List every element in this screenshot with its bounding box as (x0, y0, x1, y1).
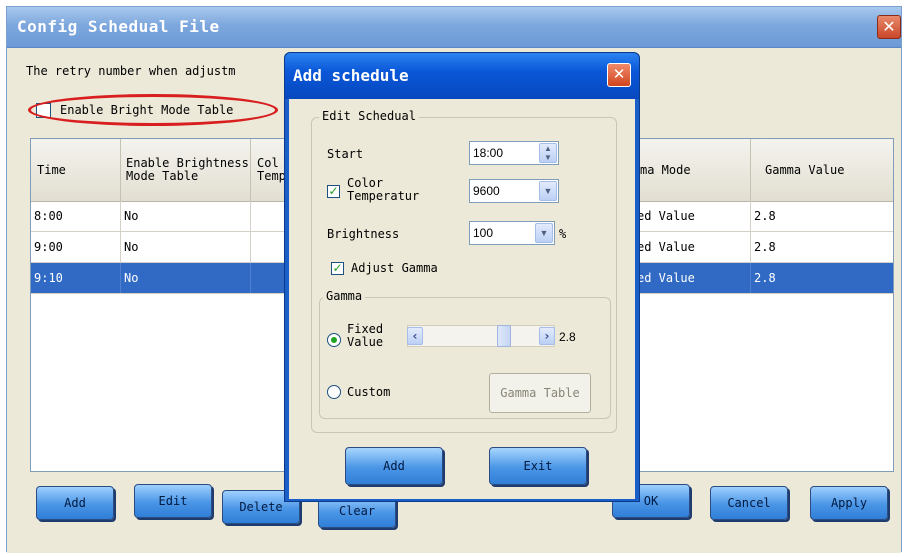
cell-gamma-mode: ed Value (634, 232, 751, 262)
check-icon: ✓ (332, 261, 343, 275)
color-temp-select[interactable]: 9600 ▼ (469, 179, 559, 203)
gamma-slider-thumb[interactable] (497, 325, 511, 347)
gamma-slider[interactable] (407, 325, 555, 347)
gamma-table-button[interactable]: Gamma Table (489, 373, 591, 413)
dialog-exit-button[interactable]: Exit (489, 447, 587, 485)
cell-time: 9:10 (31, 263, 121, 293)
column-header-gamma-mode[interactable]: ma Mode (634, 139, 751, 201)
brightness-value: 100 (473, 226, 494, 240)
chevron-left-icon[interactable]: ‹ (407, 327, 423, 345)
dialog-titlebar[interactable]: Add schedule ✕ (285, 53, 639, 99)
gamma-group-label: Gamma (323, 289, 366, 303)
add-button[interactable]: Add (36, 486, 114, 520)
custom-radio[interactable] (327, 385, 341, 399)
cell-gamma-mode: ed Value (634, 263, 751, 293)
cell-enable: No (121, 263, 251, 293)
add-schedule-dialog: Add schedule ✕ Edit Schedual Start 18:00… (284, 52, 640, 502)
color-temp-label: Color Temperatur (347, 177, 419, 203)
dialog-title: Add schedule (293, 66, 409, 85)
dialog-body: Edit Schedual Start 18:00 ▲ ▼ ✓ Color Tem… (289, 99, 635, 499)
color-temp-value: 9600 (473, 184, 500, 198)
color-temp-label-line2: Temperatur (347, 189, 420, 203)
retry-number-label: The retry number when adjustm (26, 64, 236, 78)
gamma-slider-value: 2.8 (559, 330, 576, 344)
color-temp-checkbox[interactable]: ✓ (327, 185, 340, 198)
column-header-enable-brightness[interactable]: Enable Brightness Mode Table (121, 139, 251, 201)
check-icon: ✓ (328, 184, 339, 198)
fixed-value-radio[interactable] (327, 333, 341, 347)
close-icon[interactable]: ✕ (877, 15, 901, 39)
chevron-down-icon[interactable]: ▼ (539, 181, 557, 201)
cell-time: 9:00 (31, 232, 121, 262)
dialog-add-button[interactable]: Add (345, 447, 443, 485)
edit-schedule-group-label: Edit Schedual (319, 109, 419, 123)
column-header-gamma-value[interactable]: Gamma Value (751, 139, 893, 201)
cell-enable: No (121, 201, 251, 231)
chevron-down-icon[interactable]: ▼ (535, 223, 553, 243)
spin-updown-icon[interactable]: ▲ ▼ (539, 143, 557, 163)
column-header-time[interactable]: Time (31, 139, 121, 201)
window-title: Config Schedual File (17, 17, 220, 36)
adjust-gamma-label: Adjust Gamma (351, 261, 438, 275)
chevron-right-icon[interactable]: › (539, 327, 555, 345)
fixed-value-label-line2: Value (347, 335, 384, 349)
close-icon[interactable]: ✕ (607, 63, 631, 87)
cell-time: 8:00 (31, 201, 121, 231)
window-titlebar[interactable]: Config Schedual File ✕ (7, 7, 901, 48)
edit-button[interactable]: Edit (134, 484, 212, 518)
brightness-unit: % (559, 227, 567, 241)
start-time-spinner[interactable]: 18:00 ▲ ▼ (469, 141, 559, 165)
fixed-value-label: Fixed Value (347, 323, 383, 349)
cell-gamma-value: 2.8 (754, 240, 776, 254)
brightness-select[interactable]: 100 ▼ (469, 221, 555, 245)
cell-gamma-mode: ed Value (634, 201, 751, 231)
brightness-label: Brightness (327, 227, 400, 241)
cell-gamma-value: 2.8 (754, 271, 776, 285)
cell-enable: No (121, 232, 251, 262)
column-header-enable-text: Enable Brightness Mode Table (126, 156, 249, 183)
red-annotation-ellipse (28, 94, 278, 126)
cell-gamma-value: 2.8 (754, 209, 776, 223)
start-time-value: 18:00 (473, 146, 504, 160)
adjust-gamma-checkbox[interactable]: ✓ (331, 262, 344, 275)
custom-label: Custom (347, 385, 391, 399)
start-label: Start (327, 147, 364, 161)
cancel-button[interactable]: Cancel (710, 486, 788, 520)
apply-button[interactable]: Apply (810, 486, 888, 520)
